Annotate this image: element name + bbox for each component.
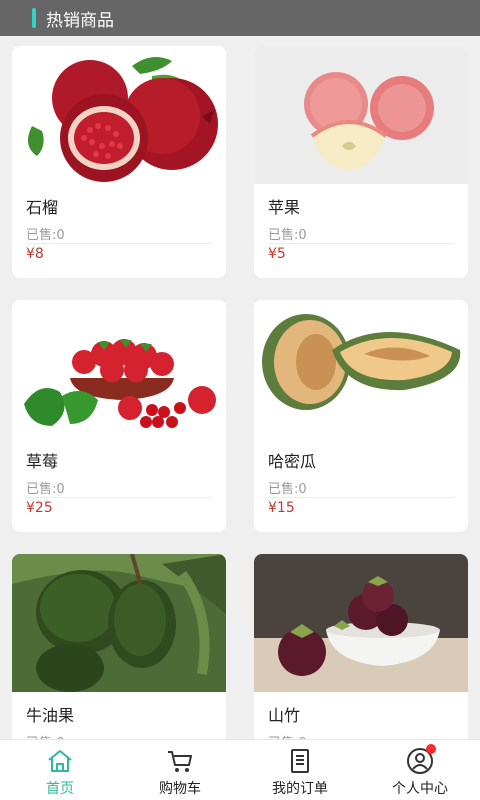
product-sold-count: 已售:0: [268, 482, 307, 497]
product-card-cantaloupe[interactable]: 哈密瓜 已售:0 ¥15: [254, 300, 468, 532]
top-header: 热销商品: [0, 0, 480, 36]
nav-orders[interactable]: 我的订单: [240, 740, 360, 800]
card-divider: [268, 243, 454, 244]
home-icon: [48, 750, 72, 772]
product-name: 山竹: [268, 706, 301, 725]
nav-orders-label: 我的订单: [272, 781, 328, 797]
product-name: 牛油果: [26, 706, 75, 725]
nav-home[interactable]: 首页: [0, 740, 120, 800]
nav-profile-label: 个人中心: [392, 781, 448, 797]
header-accent-bar: [32, 8, 36, 28]
card-divider: [26, 243, 212, 244]
product-name: 哈密瓜: [268, 452, 317, 471]
product-name: 草莓: [26, 452, 59, 471]
product-price: ¥8: [26, 246, 44, 262]
product-card-pomegranate[interactable]: 石榴 已售:0 ¥8: [12, 46, 226, 278]
pomegranate-image: [12, 46, 226, 184]
cantaloupe-image: [254, 300, 468, 438]
nav-cart-label: 购物车: [159, 781, 201, 797]
notification-badge: [426, 744, 436, 754]
product-sold-count: 已售:0: [26, 482, 65, 497]
nav-home-label: 首页: [46, 781, 74, 797]
strawberry-image: [12, 300, 226, 438]
bottom-navigation: 首页 购物车 我的订单 个人中心: [0, 739, 480, 800]
apple-image: [254, 46, 468, 184]
avocado-image: [12, 554, 226, 692]
card-divider: [26, 497, 212, 498]
product-card-mangosteen[interactable]: 山竹 已售:0: [254, 554, 468, 740]
product-card-strawberry[interactable]: 草莓 已售:0 ¥25: [12, 300, 226, 532]
cart-icon: [168, 751, 192, 772]
product-price: ¥25: [26, 500, 53, 516]
product-sold-count: 已售:0: [268, 228, 307, 243]
nav-cart[interactable]: 购物车: [120, 740, 240, 800]
product-card-avocado[interactable]: 牛油果 已售:0: [12, 554, 226, 740]
product-name: 苹果: [268, 198, 301, 217]
nav-profile[interactable]: 个人中心: [360, 740, 480, 800]
product-grid: 石榴 已售:0 ¥8 苹果 已售:0 ¥5 草莓 已售:0 ¥25 哈密瓜 已售…: [0, 36, 480, 740]
orders-icon: [291, 749, 309, 773]
product-card-apple[interactable]: 苹果 已售:0 ¥5: [254, 46, 468, 278]
page-title: 热销商品: [46, 10, 114, 31]
product-price: ¥15: [268, 500, 295, 516]
product-name: 石榴: [26, 198, 59, 217]
product-price: ¥5: [268, 246, 286, 262]
product-sold-count: 已售:0: [26, 228, 65, 243]
card-divider: [268, 497, 454, 498]
mangosteen-image: [254, 554, 468, 692]
